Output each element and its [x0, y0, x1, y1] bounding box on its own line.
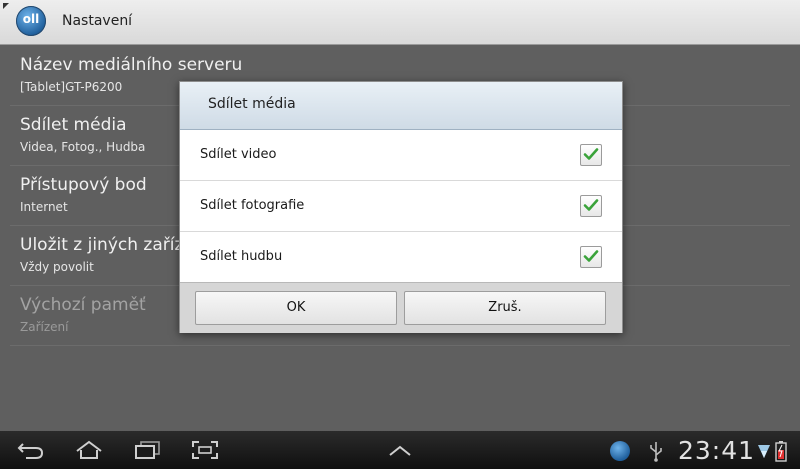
option-share-music[interactable]: Sdílet hudbu	[180, 232, 622, 282]
share-media-dialog: Sdílet média Sdílet video Sdílet fotogra…	[179, 81, 623, 333]
option-share-photos[interactable]: Sdílet fotografie	[180, 181, 622, 232]
setting-title: Sdílet média	[20, 115, 127, 135]
up-arrow-icon[interactable]	[383, 439, 417, 461]
menu-corner-icon	[3, 3, 9, 9]
share-photos-checkbox[interactable]	[580, 195, 602, 217]
app-icon-text: oll	[22, 12, 40, 26]
setting-title: Výchozí paměť	[20, 295, 146, 315]
wifi-icon	[758, 445, 770, 458]
option-label: Sdílet video	[200, 147, 277, 162]
dialog-header: Sdílet média	[180, 82, 622, 130]
share-video-checkbox[interactable]	[580, 144, 602, 166]
share-music-checkbox[interactable]	[580, 246, 602, 268]
screenshot-icon[interactable]	[188, 439, 222, 461]
usb-icon	[650, 442, 662, 462]
allshare-app-icon[interactable]: oll	[16, 6, 46, 36]
page-title: Nastavení	[62, 13, 133, 29]
setting-subtitle: Internet	[20, 200, 68, 214]
setting-title: Název mediálního serveru	[20, 55, 243, 75]
setting-subtitle: [Tablet]GT-P6200	[20, 80, 123, 94]
option-label: Sdílet fotografie	[200, 198, 305, 213]
recent-apps-icon[interactable]	[130, 439, 164, 461]
checkmark-icon	[583, 199, 599, 211]
ok-button[interactable]: OK	[195, 291, 397, 325]
clock: 23:41	[678, 436, 756, 465]
cancel-button[interactable]: Zruš.	[404, 291, 606, 325]
dialog-title: Sdílet média	[208, 96, 296, 112]
back-icon[interactable]	[14, 439, 48, 461]
setting-title: Přístupový bod	[20, 175, 147, 195]
checkmark-icon	[583, 250, 599, 262]
setting-subtitle: Vždy povolit	[20, 260, 94, 274]
setting-subtitle: Zařízení	[20, 320, 69, 334]
option-label: Sdílet hudbu	[200, 249, 283, 264]
system-bar: 23:41	[0, 431, 800, 469]
battery-icon	[775, 441, 787, 462]
allshare-icon	[610, 441, 630, 461]
option-share-video[interactable]: Sdílet video	[180, 130, 622, 181]
dialog-button-bar: OK Zruš.	[180, 282, 622, 333]
home-icon[interactable]	[72, 439, 106, 461]
action-bar: oll Nastavení	[0, 0, 800, 45]
checkmark-icon	[583, 148, 599, 160]
setting-subtitle: Videa, Fotog., Hudba	[20, 140, 146, 154]
